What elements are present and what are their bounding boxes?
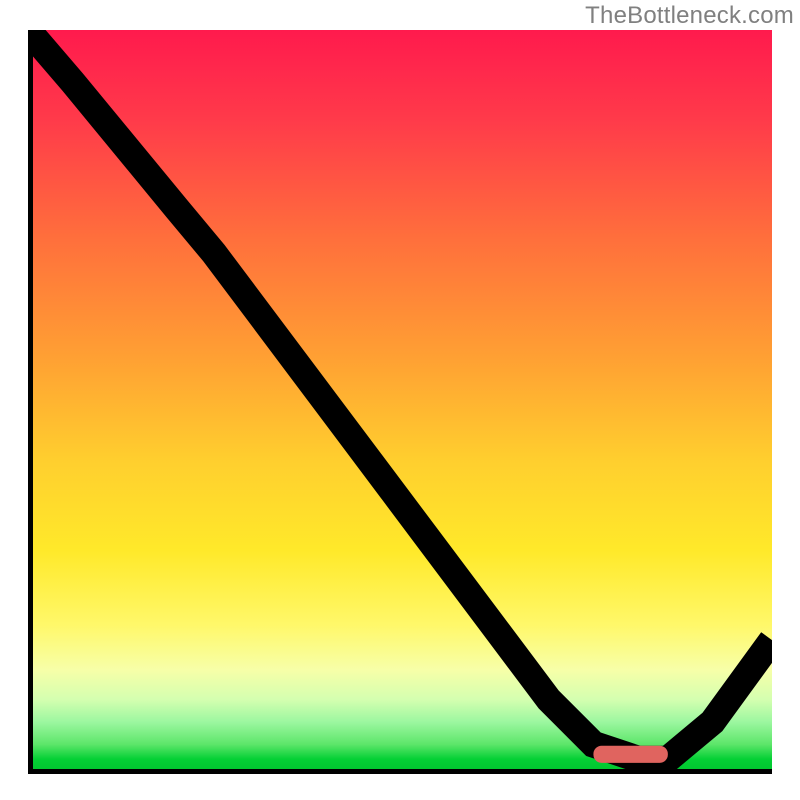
chart-container: TheBottleneck.com bbox=[0, 0, 800, 800]
optimal-marker bbox=[593, 746, 667, 763]
watermark-text: TheBottleneck.com bbox=[585, 2, 794, 30]
bottleneck-curve bbox=[28, 30, 772, 759]
curve-layer bbox=[28, 30, 772, 774]
plot-area bbox=[28, 30, 772, 774]
